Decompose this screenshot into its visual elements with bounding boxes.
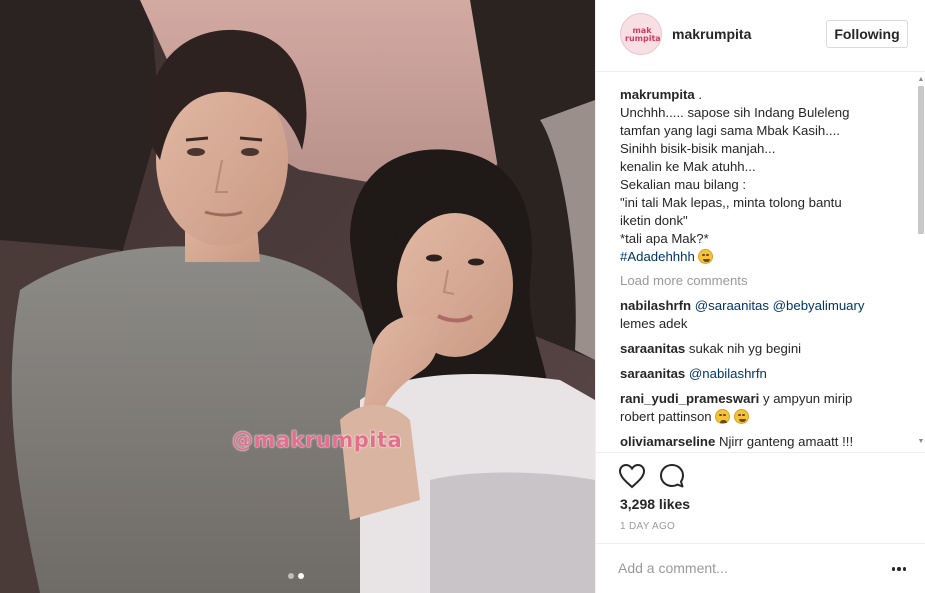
post-timestamp[interactable]: 1 DAY AGO — [620, 521, 675, 532]
carousel-indicator — [288, 573, 304, 579]
comments-scrollbar[interactable]: ▲ ▼ — [916, 72, 925, 452]
comments-section: makrumpita . Unchhh..... sapose sih Inda… — [620, 86, 910, 450]
add-comment-input[interactable] — [618, 556, 868, 580]
heart-icon[interactable] — [618, 463, 646, 489]
post-side-panel: mak rumpita makrumpita Following makrump… — [595, 0, 925, 593]
comment-item: saraanitas sukak nih yg begini — [620, 340, 910, 358]
comment-mention[interactable]: @saraanitas — [695, 298, 769, 313]
comment-icon[interactable] — [658, 462, 686, 490]
laughing-emoji-icon — [733, 409, 749, 424]
likes-count[interactable]: 3,298 likes — [620, 496, 690, 512]
comment-mention[interactable]: @bebyalimuary — [773, 298, 865, 313]
comment-username[interactable]: nabilashrfn — [620, 298, 691, 313]
comment-item: oliviamarseline Njirr ganteng amaatt !!! — [620, 433, 910, 450]
comment-mention[interactable]: @nabilashrfn — [689, 366, 767, 381]
sad-emoji-icon — [715, 409, 731, 424]
caption-line: kenalin ke Mak atuhh... — [620, 159, 756, 174]
laughing-emoji-icon — [698, 249, 714, 264]
comment-item: saraanitas @nabilashrfn — [620, 365, 910, 383]
comment-text: lemes adek — [620, 316, 688, 331]
caption-line: Unchhh..... sapose sih Indang Buleleng — [620, 105, 850, 120]
comment-text: robert pattinson — [620, 409, 712, 424]
carousel-dot[interactable] — [288, 573, 294, 579]
scroll-thumb[interactable] — [918, 86, 924, 234]
comment-item: nabilashrfn @saraanitas @bebyalimuary le… — [620, 297, 910, 333]
header-username[interactable]: makrumpita — [672, 26, 751, 42]
watermark: @makrumpita — [232, 428, 403, 452]
comment-item: rani_yudi_prameswari y ampyun mirip robe… — [620, 390, 910, 426]
caption-line: iketin donk" — [620, 213, 688, 228]
post-header: mak rumpita makrumpita Following — [596, 0, 925, 72]
comment-text: sukak nih yg begini — [688, 341, 802, 356]
load-more-comments-link[interactable]: Load more comments — [620, 272, 910, 290]
scroll-down-arrow-icon[interactable]: ▼ — [917, 438, 925, 446]
caption-line: Sekalian mau bilang : — [620, 177, 747, 192]
post-actions: 3,298 likes 1 DAY AGO — [596, 452, 925, 542]
caption-separator: . — [694, 87, 703, 102]
post-photo — [0, 0, 595, 593]
carousel-dot-active[interactable] — [298, 573, 304, 579]
caption-line: tamfan yang lagi sama Mbak Kasih.... — [620, 123, 840, 138]
scroll-up-arrow-icon[interactable]: ▲ — [917, 76, 925, 84]
caption-line: *tali apa Mak?* — [620, 231, 709, 246]
post-image[interactable]: @makrumpita — [0, 0, 595, 593]
comment-username[interactable]: oliviamarseline — [620, 434, 715, 449]
avatar-logo-text: mak rumpita — [625, 26, 661, 43]
caption-username[interactable]: makrumpita — [620, 87, 695, 102]
following-button[interactable]: Following — [826, 20, 908, 48]
more-options-icon[interactable] — [892, 567, 906, 571]
avatar[interactable]: mak rumpita — [620, 13, 662, 55]
caption-line: "ini tali Mak lepas,, minta tolong bantu — [620, 195, 842, 210]
comment-text: Njirr ganteng amaatt !!! — [718, 434, 854, 449]
comment-text: y ampyun mirip — [762, 391, 853, 406]
caption-hashtag[interactable]: #Adadehhhh — [620, 249, 695, 264]
caption: makrumpita . Unchhh..... sapose sih Inda… — [620, 86, 910, 266]
add-comment-bar — [596, 543, 925, 593]
comment-username[interactable]: rani_yudi_prameswari — [620, 391, 759, 406]
comment-username[interactable]: saraanitas — [620, 341, 685, 356]
caption-line: Sinihh bisik-bisik manjah... — [620, 141, 776, 156]
comment-username[interactable]: saraanitas — [620, 366, 685, 381]
